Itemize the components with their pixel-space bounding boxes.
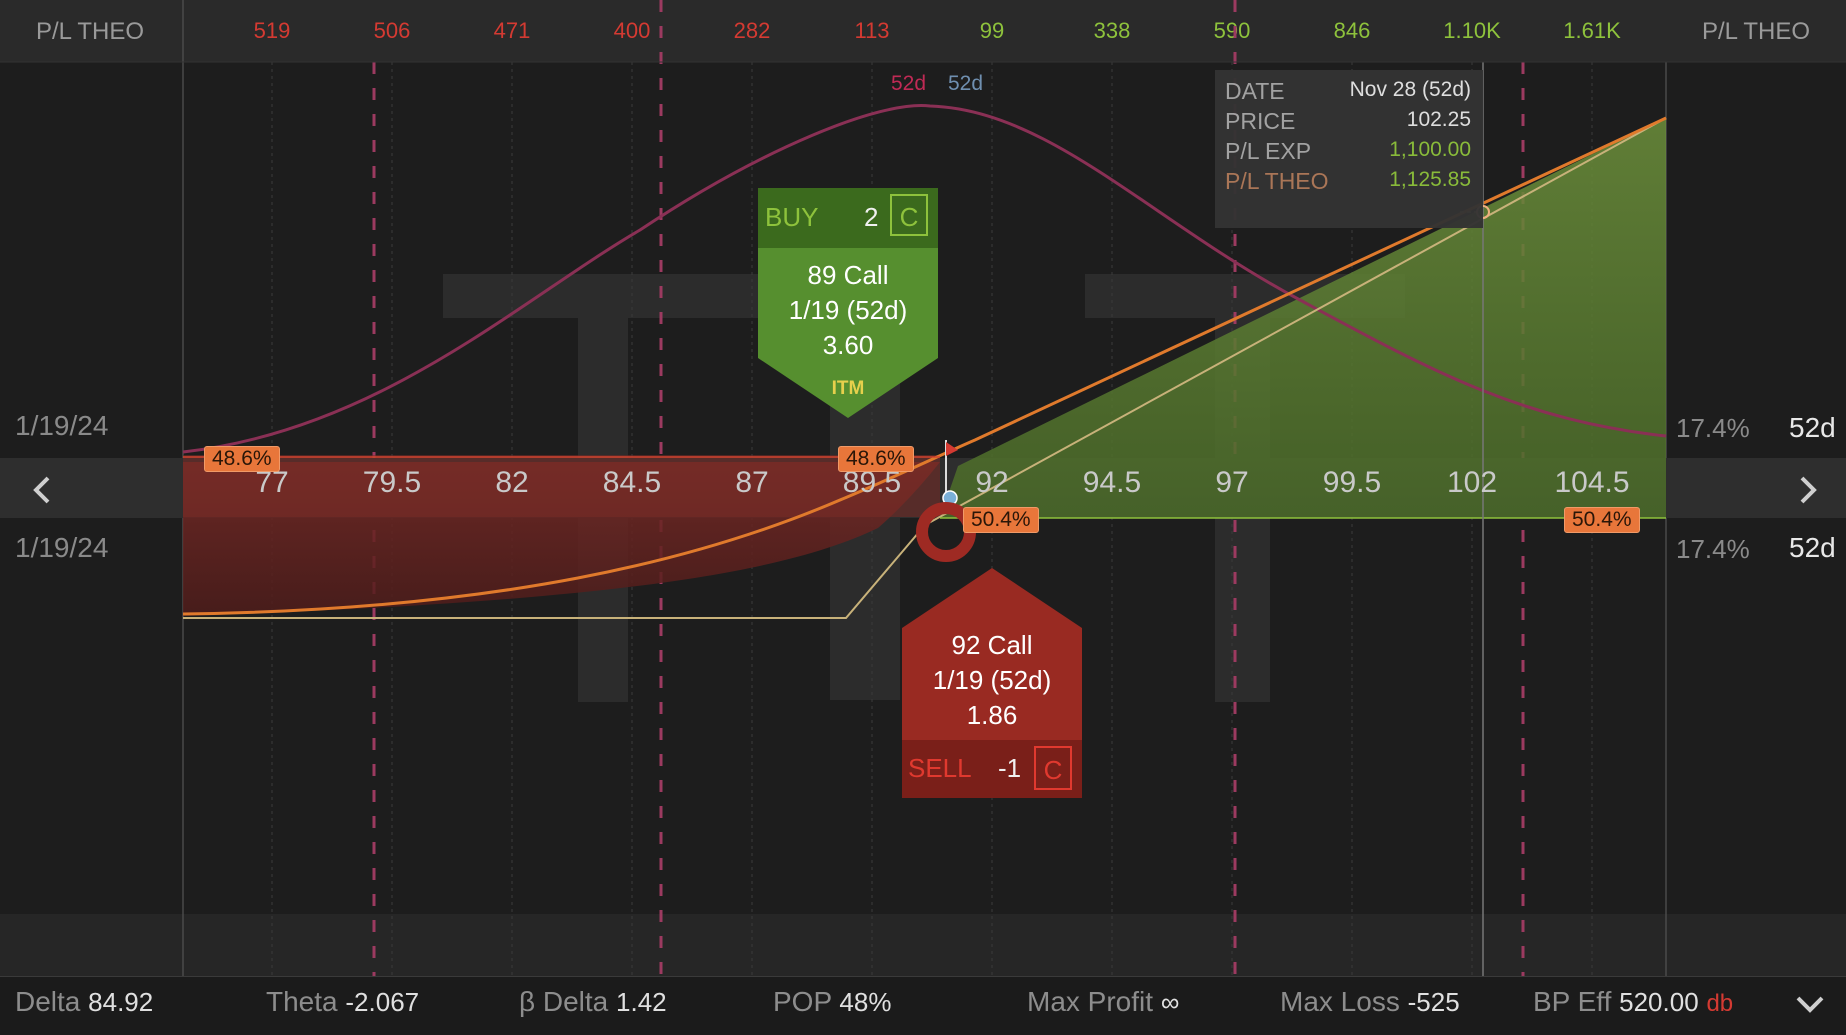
sell-order-tag[interactable]: 92 Call 1/19 (52d) 1.86 SELL -1 C [902, 568, 1082, 798]
stat-beta-delta: β Delta 1.42 [519, 986, 667, 1018]
buy-action-label: BUY [765, 202, 819, 232]
sell-type-badge[interactable]: C [1034, 746, 1072, 790]
tooltip-pltheo-value: 1,125.85 [1389, 168, 1471, 191]
tooltip-price-value: 102.25 [1406, 108, 1471, 131]
sell-qty: -1 [998, 753, 1022, 783]
prob-badge-mid[interactable]: 48.6% [838, 446, 914, 472]
plot-footer-band [0, 914, 1846, 976]
stat-max-profit-value: ∞ [1160, 987, 1180, 1017]
upper-expiry-date: 1/19/24 [15, 410, 109, 441]
prob-badge-left[interactable]: 48.6% [204, 446, 280, 472]
chevron-down-icon[interactable] [1790, 988, 1830, 1020]
stat-pop-value: 48% [839, 987, 892, 1017]
price-axis-label: 97 [1215, 466, 1249, 499]
stat-delta-value: 84.92 [88, 987, 154, 1017]
stat-beta-delta-value: 1.42 [616, 987, 667, 1017]
stat-theta-label: Theta [266, 986, 338, 1017]
stat-delta-label: Delta [15, 986, 81, 1017]
buy-moneyness: ITM [831, 378, 865, 399]
buy-order-tag[interactable]: BUY 2 C 89 Call 1/19 (52d) 3.60 ITM [758, 188, 938, 418]
buy-strike: 89 Call [807, 260, 889, 290]
stat-pop-label: POP [773, 986, 832, 1017]
sell-tag-footer: SELL -1 C [902, 740, 1082, 798]
tooltip-plexp-label: P/L EXP [1225, 138, 1312, 164]
upper-dte: 52d [1789, 412, 1836, 443]
prob-badge-center[interactable]: 50.4% [963, 507, 1039, 533]
lower-dte: 52d [1789, 532, 1836, 563]
tooltip-price-label: PRICE [1225, 108, 1296, 134]
tooltip-date-label: DATE [1225, 78, 1285, 104]
price-axis-label: 104.5 [1554, 466, 1630, 499]
stat-bp-eff-label: BP Eff [1533, 986, 1612, 1017]
stat-max-profit: Max Profit ∞ [1027, 986, 1179, 1018]
sell-price: 1.86 [966, 700, 1018, 730]
stat-max-loss: Max Loss -525 [1280, 986, 1460, 1018]
curve-label-blue: 52d [948, 72, 984, 95]
sell-action-label: SELL [908, 753, 972, 783]
sell-strike: 92 Call [951, 630, 1033, 660]
sell-expiry: 1/19 (52d) [932, 665, 1052, 695]
buy-expiry: 1/19 (52d) [788, 295, 908, 325]
lower-iv: 17.4% [1676, 534, 1750, 564]
stat-theta: Theta -2.067 [266, 986, 419, 1018]
stat-bp-eff-value: 520.00 [1619, 987, 1699, 1017]
price-axis-label: 87 [735, 466, 769, 499]
buy-price: 3.60 [822, 330, 874, 360]
stat-max-profit-label: Max Profit [1027, 986, 1154, 1017]
upper-iv: 17.4% [1676, 413, 1750, 443]
tooltip-pltheo-label: P/L THEO [1225, 168, 1329, 194]
stat-bp-eff-unit: db [1706, 990, 1734, 1017]
curve-label-pink: 52d [891, 72, 927, 95]
buy-tag-header: BUY 2 C [758, 188, 938, 248]
stat-beta-delta-label: β Delta [519, 986, 609, 1017]
price-tooltip: DATE Nov 28 (52d) PRICE 102.25 P/L EXP 1… [1215, 70, 1483, 228]
lower-expiry-date: 1/19/24 [15, 532, 109, 563]
tooltip-date-value: Nov 28 (52d) [1349, 78, 1471, 101]
scroll-left-icon[interactable] [22, 460, 62, 520]
price-axis-label: 99.5 [1322, 466, 1382, 499]
stat-max-loss-label: Max Loss [1280, 986, 1400, 1017]
price-axis-label: 94.5 [1082, 466, 1142, 499]
scroll-right-icon[interactable] [1788, 460, 1828, 520]
sell-tag-point [902, 568, 1082, 628]
price-axis-label: 92 [975, 466, 1009, 499]
stat-pop: POP 48% [773, 986, 891, 1018]
buy-type-badge[interactable]: C [890, 194, 928, 236]
buy-qty: 2 [864, 202, 879, 232]
loss-band [183, 455, 940, 517]
price-axis-label: 102 [1446, 466, 1498, 499]
buy-tag-body: 89 Call 1/19 (52d) 3.60 [758, 248, 938, 360]
price-axis-label: 79.5 [362, 466, 422, 499]
prob-badge-right[interactable]: 50.4% [1564, 507, 1640, 533]
tooltip-plexp-value: 1,100.00 [1389, 138, 1471, 161]
stat-theta-value: -2.067 [345, 987, 420, 1017]
sell-tag-body: 92 Call 1/19 (52d) 1.86 [902, 628, 1082, 740]
stat-max-loss-value: -525 [1407, 987, 1460, 1017]
stat-bp-eff: BP Eff 520.00 db [1533, 986, 1733, 1018]
price-axis-label: 82 [495, 466, 529, 499]
price-axis-label: 84.5 [602, 466, 662, 499]
stat-delta: Delta 84.92 [15, 986, 153, 1018]
